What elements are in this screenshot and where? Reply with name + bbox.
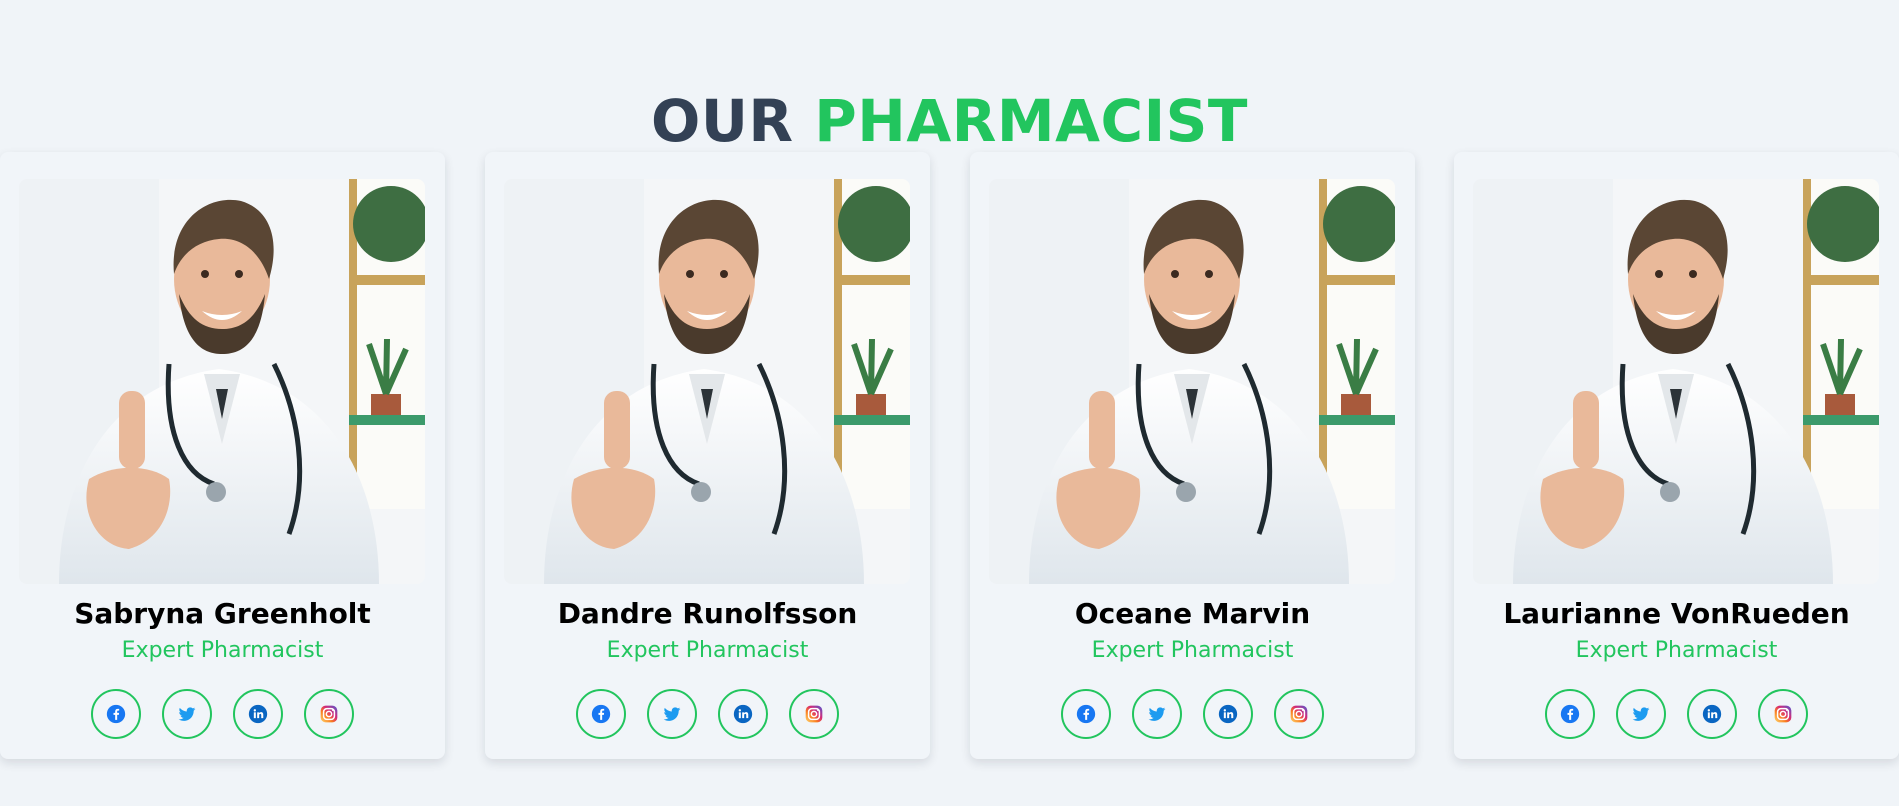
facebook-icon <box>106 704 126 724</box>
linkedin-link[interactable] <box>1687 689 1737 739</box>
linkedin-link[interactable] <box>233 689 283 739</box>
instagram-icon <box>805 705 823 723</box>
instagram-link[interactable] <box>789 689 839 739</box>
pharmacist-cards: Sabryna Greenholt Expert Pharmacist Dand… <box>0 152 1899 759</box>
twitter-icon <box>1148 707 1166 721</box>
pharmacist-name: Oceane Marvin <box>1074 597 1311 630</box>
instagram-icon <box>1774 705 1792 723</box>
social-links <box>1454 689 1899 739</box>
page-title: OUR PHARMACIST <box>0 83 1899 159</box>
twitter-link[interactable] <box>1616 689 1666 739</box>
pharmacist-card: Laurianne VonRueden Expert Pharmacist <box>1454 152 1899 759</box>
social-links <box>970 689 1415 739</box>
pharmacist-photo <box>1473 179 1879 584</box>
instagram-icon <box>1290 705 1308 723</box>
pharmacist-role: Expert Pharmacist <box>606 638 809 663</box>
linkedin-link[interactable] <box>718 689 768 739</box>
social-links <box>0 689 445 739</box>
title-word-our: OUR <box>651 86 794 155</box>
twitter-link[interactable] <box>647 689 697 739</box>
facebook-icon <box>1560 704 1580 724</box>
linkedin-icon <box>1218 704 1238 724</box>
twitter-icon <box>178 707 196 721</box>
facebook-link[interactable] <box>1545 689 1595 739</box>
twitter-link[interactable] <box>162 689 212 739</box>
pharmacist-photo <box>504 179 910 584</box>
linkedin-icon <box>733 704 753 724</box>
twitter-link[interactable] <box>1132 689 1182 739</box>
facebook-link[interactable] <box>1061 689 1111 739</box>
pharmacist-photo <box>989 179 1395 584</box>
pharmacist-card: Sabryna Greenholt Expert Pharmacist <box>0 152 445 759</box>
pharmacist-role: Expert Pharmacist <box>121 638 324 663</box>
social-links <box>485 689 930 739</box>
pharmacist-card: Dandre Runolfsson Expert Pharmacist <box>485 152 930 759</box>
linkedin-icon <box>1702 704 1722 724</box>
pharmacist-card: Oceane Marvin Expert Pharmacist <box>970 152 1415 759</box>
facebook-icon <box>1076 704 1096 724</box>
title-word-pharmacist: PHARMACIST <box>814 86 1248 155</box>
pharmacist-photo <box>19 179 425 584</box>
instagram-link[interactable] <box>304 689 354 739</box>
facebook-icon <box>591 704 611 724</box>
facebook-link[interactable] <box>576 689 626 739</box>
linkedin-icon <box>248 704 268 724</box>
instagram-icon <box>320 705 338 723</box>
linkedin-link[interactable] <box>1203 689 1253 739</box>
pharmacist-name: Sabryna Greenholt <box>74 597 371 630</box>
instagram-link[interactable] <box>1758 689 1808 739</box>
facebook-link[interactable] <box>91 689 141 739</box>
twitter-icon <box>1632 707 1650 721</box>
pharmacist-role: Expert Pharmacist <box>1575 638 1778 663</box>
pharmacist-role: Expert Pharmacist <box>1091 638 1294 663</box>
instagram-link[interactable] <box>1274 689 1324 739</box>
twitter-icon <box>663 707 681 721</box>
pharmacist-name: Laurianne VonRueden <box>1503 597 1850 630</box>
pharmacist-name: Dandre Runolfsson <box>557 597 858 630</box>
